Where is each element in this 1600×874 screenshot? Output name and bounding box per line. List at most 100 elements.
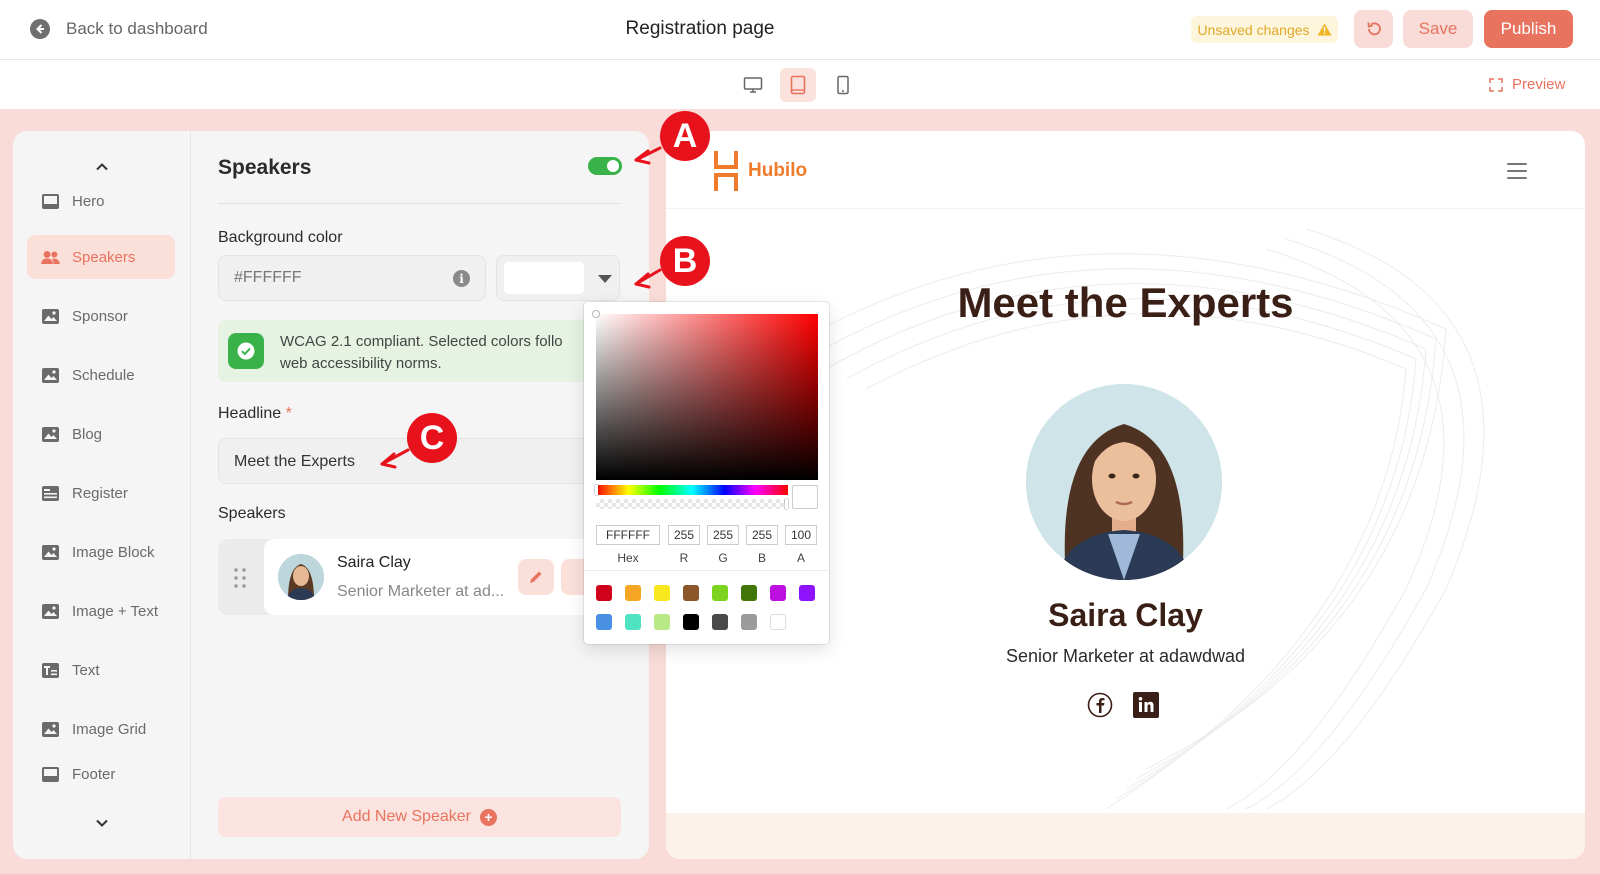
current-color-preview	[792, 485, 818, 509]
hex-input[interactable]: FFFFFF	[596, 525, 660, 545]
sidebar-item-schedule[interactable]: Schedule	[27, 353, 175, 397]
sidebar-item-image-text[interactable]: Image + Text	[27, 589, 175, 633]
bg-color-value: #FFFFFF	[234, 269, 302, 286]
sidebar-item-image-block[interactable]: Image Block	[27, 530, 175, 574]
info-icon[interactable]: i	[453, 270, 470, 287]
annotation-b: B	[660, 236, 710, 286]
tablet-icon	[790, 75, 806, 95]
warning-icon	[1317, 23, 1332, 36]
social-links	[1087, 692, 1159, 718]
sidebar-item-label: Hero	[72, 192, 105, 210]
check-badge-icon	[228, 333, 264, 369]
expand-icon	[1489, 77, 1503, 92]
sidebar-item-label: Footer	[72, 766, 116, 783]
sidebar-item-hero[interactable]: Hero	[27, 179, 175, 223]
speakers-list-label: Speakers	[218, 505, 286, 522]
color-preset-swatch[interactable]	[596, 585, 612, 601]
scroll-up-icon[interactable]	[95, 162, 109, 171]
unsaved-label: Unsaved changes	[1197, 21, 1310, 38]
edit-speaker-button[interactable]	[518, 559, 554, 595]
speaker-card[interactable]: Saira Clay Senior Marketer at ad...	[264, 539, 621, 615]
publish-button[interactable]: Publish	[1484, 10, 1573, 48]
color-preset-swatch[interactable]	[799, 585, 815, 601]
green-label: G	[718, 551, 728, 565]
color-preset-swatch[interactable]	[683, 585, 699, 601]
image-icon	[41, 603, 60, 620]
color-preset-swatch[interactable]	[596, 614, 612, 630]
hubilo-logo-icon	[714, 151, 738, 191]
red-label: R	[679, 551, 689, 565]
color-preset-swatch[interactable]	[712, 585, 728, 601]
preview-button[interactable]: Preview	[1489, 76, 1565, 93]
sidebar-item-label: Image Grid	[72, 720, 147, 738]
tablet-view-button[interactable]	[780, 68, 816, 102]
sidebar-item-label: Blog	[72, 425, 103, 443]
linkedin-icon[interactable]	[1133, 692, 1159, 718]
image-icon	[41, 721, 60, 738]
sidebar-item-text[interactable]: Text	[27, 648, 175, 692]
brand-name: Hubilo	[748, 160, 808, 181]
color-preset-swatch[interactable]	[741, 614, 757, 630]
color-preset-swatch[interactable]	[770, 585, 786, 601]
desktop-view-button[interactable]	[735, 68, 771, 102]
undo-icon	[1367, 22, 1381, 36]
sidebar-item-label: Text	[72, 661, 100, 679]
sidebar-item-footer[interactable]: Footer	[27, 766, 175, 784]
color-swatch-dropdown[interactable]	[496, 255, 620, 301]
color-preset-swatch[interactable]	[654, 614, 670, 630]
blue-input[interactable]: 255	[746, 525, 778, 545]
color-picker-popover: FFFFFF 255 255 255 100 Hex R G B A	[584, 302, 829, 644]
saturation-area[interactable]	[593, 311, 818, 480]
green-input[interactable]: 255	[707, 525, 739, 545]
undo-button[interactable]	[1354, 10, 1393, 48]
speaker-name: Saira Clay	[337, 554, 411, 571]
sidebar-item-blog[interactable]: Blog	[27, 412, 175, 456]
sidebar-item-sponsor[interactable]: Sponsor	[27, 294, 175, 338]
hero-icon	[41, 193, 60, 210]
hue-slider[interactable]	[595, 485, 788, 495]
plus-icon: +	[479, 808, 497, 826]
sidebar-item-register[interactable]: Register	[27, 471, 175, 515]
bg-color-hex-input[interactable]: #FFFFFF i	[218, 255, 486, 301]
sidebar-item-label: Image + Text	[72, 602, 159, 620]
add-new-speaker-button[interactable]: Add New Speaker +	[218, 797, 621, 837]
text-icon	[41, 662, 60, 679]
headline-label: Headline *	[218, 405, 292, 423]
settings-panel: Speakers Background color #FFFFFF i WCAG…	[191, 131, 649, 859]
wcag-notice: WCAG 2.1 compliant. Selected colors foll…	[218, 320, 608, 382]
scroll-down-icon[interactable]	[95, 819, 109, 828]
alpha-input[interactable]: 100	[785, 525, 817, 545]
hue-slider-handle[interactable]	[595, 485, 598, 495]
desktop-icon	[743, 77, 763, 93]
alpha-label: A	[796, 551, 805, 565]
saturation-handle[interactable]	[593, 311, 599, 317]
section-sidebar: Hero Speakers Sponsor Schedule Blog Register I…	[13, 131, 191, 859]
bg-color-label: Background color	[218, 229, 343, 246]
color-preset-swatch[interactable]	[654, 585, 670, 601]
save-button[interactable]: Save	[1403, 10, 1473, 48]
divider	[218, 203, 621, 204]
facebook-icon[interactable]	[1087, 692, 1113, 718]
alpha-slider-handle[interactable]	[785, 499, 788, 509]
color-preset-swatch[interactable]	[683, 614, 699, 630]
headline-value: Meet the Experts	[234, 453, 355, 470]
preview-label: Preview	[1512, 76, 1566, 93]
sidebar-item-image-grid[interactable]: Image Grid	[27, 707, 175, 751]
section-visibility-toggle[interactable]	[588, 157, 622, 175]
speaker-avatar	[278, 554, 324, 600]
sidebar-item-speakers[interactable]: Speakers	[27, 235, 175, 279]
color-preset-swatch[interactable]	[625, 585, 641, 601]
red-input[interactable]: 255	[668, 525, 700, 545]
sidebar-item-label: Sponsor	[72, 307, 128, 325]
drag-handle-icon[interactable]	[230, 565, 250, 591]
color-preset-swatch[interactable]	[625, 614, 641, 630]
color-preset-swatch[interactable]	[741, 585, 757, 601]
color-preset-swatch[interactable]	[712, 614, 728, 630]
hamburger-menu-icon[interactable]	[1507, 163, 1527, 179]
form-icon	[41, 485, 60, 502]
color-swatch	[504, 262, 584, 294]
mobile-view-button[interactable]	[825, 68, 861, 102]
alpha-slider[interactable]	[596, 499, 788, 509]
caret-down-icon	[598, 275, 612, 283]
color-preset-swatch[interactable]	[770, 614, 786, 630]
